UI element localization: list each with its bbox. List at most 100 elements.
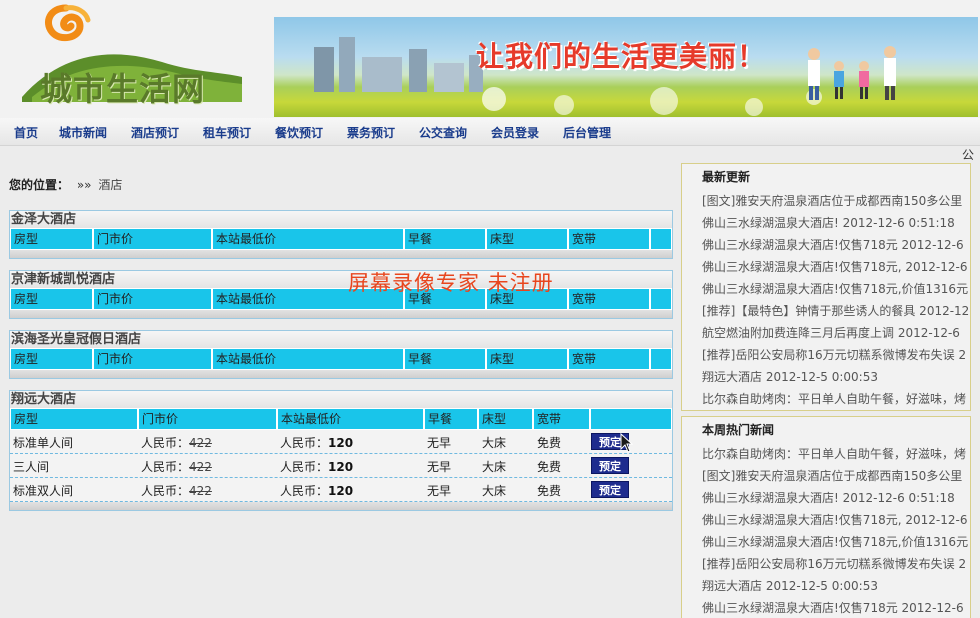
news-link[interactable]: [推荐]【最特色】钟情于那些诱人的餐具 2012-12-	[702, 300, 970, 322]
market-price: 人民币：422	[141, 482, 212, 499]
news-link[interactable]: 佛山三水绿湖温泉大酒店!仅售718元 2012-12-6	[702, 597, 970, 618]
col-market-price: 门市价	[94, 289, 211, 309]
col-site-price: 本站最低价	[213, 229, 403, 249]
hotel-card: 滨海圣光皇冠假日酒店 房型 门市价 本站最低价 早餐 床型 宽带	[9, 330, 673, 379]
news-link[interactable]: 佛山三水绿湖温泉大酒店! 2012-12-6 0:51:18	[702, 212, 970, 234]
hotel-card-footer	[10, 250, 672, 258]
breadcrumb-current[interactable]: 酒店	[98, 178, 122, 192]
news-link[interactable]: 佛山三水绿湖温泉大酒店! 2012-12-6 0:51:18	[702, 487, 970, 509]
nav-car-rental[interactable]: 租车预订	[203, 124, 251, 141]
col-breakfast: 早餐	[405, 229, 485, 249]
hot-news-title: 本周热门新闻	[702, 423, 775, 437]
site-header: 城市生活网 让我们的生活更美丽！	[0, 0, 980, 118]
market-price-prefix: 人民币：	[141, 484, 190, 498]
market-price-prefix: 人民币：	[141, 460, 190, 474]
news-link[interactable]: 佛山三水绿湖温泉大酒店!仅售718元, 2012-12-6	[702, 509, 970, 531]
hotel-name[interactable]: 翔远大酒店	[10, 391, 672, 408]
site-price: 人民币：120	[280, 482, 353, 499]
hotel-card: 翔远大酒店 房型 门市价 本站最低价 早餐 床型 宽带 标准单人间 人民币：42…	[9, 390, 673, 511]
site-price-prefix: 人民币：	[280, 436, 329, 450]
news-link[interactable]: [推荐]岳阳公安局称16万元切糕系微博发布失误 2	[702, 344, 970, 366]
hotel-name[interactable]: 京津新城凯悦酒店	[10, 271, 672, 288]
col-action	[591, 409, 671, 429]
hotel-name[interactable]: 滨海圣光皇冠假日酒店	[10, 331, 672, 348]
site-logo[interactable]: 城市生活网	[22, 2, 272, 114]
banner-slogan: 让我们的生活更美丽！	[476, 40, 767, 73]
breakfast: 无早	[427, 460, 452, 474]
market-price-value: 422	[189, 460, 212, 474]
room-table-header: 房型 门市价 本站最低价 早餐 床型 宽带	[10, 288, 672, 310]
nav-admin[interactable]: 后台管理	[563, 124, 611, 141]
col-bed-type: 床型	[487, 229, 567, 249]
news-link[interactable]: 翔远大酒店 2012-12-5 0:00:53	[702, 366, 970, 388]
nav-city-news[interactable]: 城市新闻	[59, 124, 107, 141]
broadband: 免费	[537, 436, 562, 450]
main-nav: 首页 城市新闻 酒店预订 租车预订 餐饮预订 票务预订 公交查询 会员登录 后台…	[0, 118, 980, 146]
col-market-price: 门市价	[94, 229, 211, 249]
news-link[interactable]: [推荐]岳阳公安局称16万元切糕系微博发布失误 2	[702, 553, 970, 575]
news-link[interactable]: 航空燃油附加费连降三月后再度上调 2012-12-6	[702, 322, 970, 344]
room-table-header: 房型 门市价 本站最低价 早餐 床型 宽带	[10, 228, 672, 250]
col-bed-type: 床型	[479, 409, 532, 429]
col-room-type: 房型	[11, 289, 92, 309]
mouse-cursor-icon	[620, 433, 634, 453]
col-broadband: 宽带	[569, 349, 649, 369]
bed-type: 大床	[482, 484, 507, 498]
site-price-value: 120	[328, 436, 354, 450]
room-table-header: 房型 门市价 本站最低价 早餐 床型 宽带	[10, 408, 672, 430]
site-price: 人民币：120	[280, 458, 353, 475]
breakfast: 无早	[427, 436, 452, 450]
nav-ticket-booking[interactable]: 票务预订	[347, 124, 395, 141]
site-price-prefix: 人民币：	[280, 484, 329, 498]
news-link[interactable]: [图文]雅安天府温泉酒店位于成都西南150多公里	[702, 190, 970, 212]
news-link[interactable]: [图文]雅安天府温泉酒店位于成都西南150多公里	[702, 465, 970, 487]
room-table-header: 房型 门市价 本站最低价 早餐 床型 宽带	[10, 348, 672, 370]
room-row: 标准双人间 人民币：422 人民币：120 无早 大床 免费 预定	[10, 478, 672, 502]
market-price: 人民币：422	[141, 434, 212, 451]
book-button[interactable]: 预定	[591, 481, 629, 498]
hotel-card: 金泽大酒店 房型 门市价 本站最低价 早餐 床型 宽带	[9, 210, 673, 259]
col-bed-type: 床型	[487, 349, 567, 369]
breadcrumb-separator: »»	[76, 178, 92, 192]
scrolling-notice: 公	[962, 148, 975, 162]
nav-dining-booking[interactable]: 餐饮预订	[275, 124, 323, 141]
nav-home[interactable]: 首页	[14, 124, 38, 141]
room-row: 三人间 人民币：422 人民币：120 无早 大床 免费 预定	[10, 454, 672, 478]
news-link[interactable]: 比尔森自助烤肉：平日单人自助午餐，好滋味，烤	[702, 443, 970, 465]
col-action	[651, 229, 671, 249]
col-broadband: 宽带	[569, 229, 649, 249]
hot-news-panel: 本周热门新闻 比尔森自助烤肉：平日单人自助午餐，好滋味，烤 [图文]雅安天府温泉…	[681, 416, 971, 618]
col-room-type: 房型	[11, 349, 92, 369]
col-action	[651, 349, 671, 369]
col-site-price: 本站最低价	[213, 349, 403, 369]
news-link[interactable]: 翔远大酒店 2012-12-5 0:00:53	[702, 575, 970, 597]
col-breakfast: 早餐	[405, 349, 485, 369]
nav-member-login[interactable]: 会员登录	[491, 124, 539, 141]
market-price-prefix: 人民币：	[141, 436, 190, 450]
col-broadband: 宽带	[534, 409, 589, 429]
market-price-value: 422	[189, 436, 212, 450]
room-type: 标准单人间	[13, 436, 74, 450]
latest-updates-panel: 最新更新 [图文]雅安天府温泉酒店位于成都西南150多公里 佛山三水绿湖温泉大酒…	[681, 163, 971, 411]
book-button[interactable]: 预定	[591, 457, 629, 474]
hot-news-list: 比尔森自助烤肉：平日单人自助午餐，好滋味，烤 [图文]雅安天府温泉酒店位于成都西…	[682, 443, 970, 618]
news-link[interactable]: 佛山三水绿湖温泉大酒店!仅售718元,价值1316元	[702, 278, 970, 300]
nav-hotel-booking[interactable]: 酒店预订	[131, 124, 179, 141]
logo-text: 城市生活网	[40, 70, 206, 108]
hotel-name[interactable]: 金泽大酒店	[10, 211, 672, 228]
market-price: 人民币：422	[141, 458, 212, 475]
col-market-price: 门市价	[94, 349, 211, 369]
news-link[interactable]: 佛山三水绿湖温泉大酒店!仅售718元,价值1316元	[702, 531, 970, 553]
news-link[interactable]: 佛山三水绿湖温泉大酒店!仅售718元, 2012-12-6	[702, 256, 970, 278]
bed-type: 大床	[482, 436, 507, 450]
news-link[interactable]: 佛山三水绿湖温泉大酒店!仅售718元 2012-12-6	[702, 234, 970, 256]
site-price-prefix: 人民币：	[280, 460, 329, 474]
latest-updates-list: [图文]雅安天府温泉酒店位于成都西南150多公里 佛山三水绿湖温泉大酒店! 20…	[682, 190, 970, 410]
col-broadband: 宽带	[569, 289, 649, 309]
hotel-card-footer	[10, 310, 672, 318]
breadcrumb-label: 您的位置：	[9, 178, 70, 192]
header-banner: 让我们的生活更美丽！	[274, 17, 978, 117]
news-link[interactable]: 比尔森自助烤肉：平日单人自助午餐，好滋味，烤	[702, 388, 970, 410]
nav-bus-query[interactable]: 公交查询	[419, 124, 467, 141]
col-breakfast: 早餐	[425, 409, 477, 429]
